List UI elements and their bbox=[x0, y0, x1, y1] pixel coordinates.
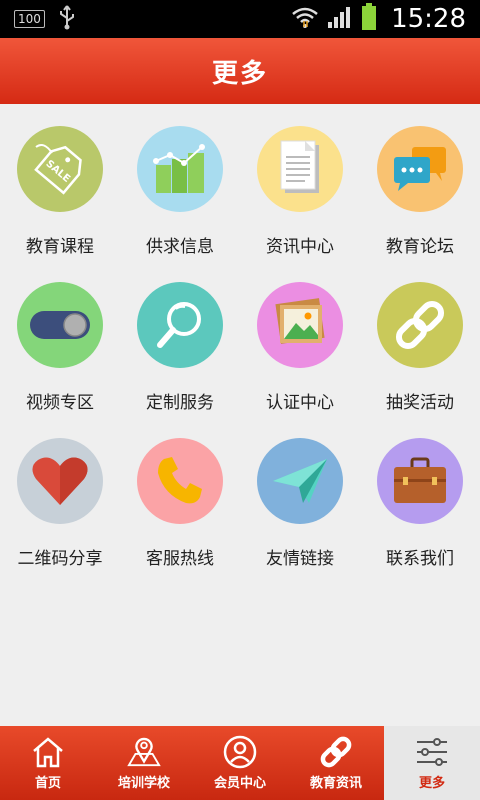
tile-label: 友情链接 bbox=[266, 549, 334, 569]
tile-service-hotline[interactable]: 客服热线 bbox=[120, 416, 240, 572]
status-bar: 100 15:28 bbox=[0, 0, 480, 38]
nav-training-school[interactable]: 培训学校 bbox=[96, 726, 192, 800]
tile-video-zone[interactable]: 视频专区 bbox=[0, 260, 120, 416]
home-icon bbox=[31, 735, 65, 769]
nav-education-news[interactable]: 教育资讯 bbox=[288, 726, 384, 800]
tile-custom-service[interactable]: 定制服务 bbox=[120, 260, 240, 416]
tile-qr-share[interactable]: 二维码分享 bbox=[0, 416, 120, 572]
tile-label: 联系我们 bbox=[386, 549, 454, 569]
chain-link-icon bbox=[377, 282, 463, 368]
toggle-switch-icon bbox=[17, 282, 103, 368]
nav-label: 更多 bbox=[418, 776, 445, 791]
tile-news-center[interactable]: 资讯中心 bbox=[240, 104, 360, 260]
clock: 15:28 bbox=[391, 4, 466, 34]
sliders-icon bbox=[415, 735, 449, 769]
tile-label: 抽奖活动 bbox=[386, 393, 454, 413]
document-icon bbox=[257, 126, 343, 212]
battery-level-icon: 100 bbox=[14, 10, 45, 28]
tile-label: 二维码分享 bbox=[17, 549, 103, 569]
bar-chart-icon bbox=[137, 126, 223, 212]
tile-label: 教育论坛 bbox=[386, 237, 454, 257]
user-icon bbox=[223, 735, 257, 769]
link-icon bbox=[319, 735, 353, 769]
nav-label: 教育资讯 bbox=[309, 776, 362, 791]
magnifier-icon bbox=[137, 282, 223, 368]
title-bar: 更多 bbox=[0, 38, 480, 104]
tile-friendly-links[interactable]: 友情链接 bbox=[240, 416, 360, 572]
tile-label: 供求信息 bbox=[146, 237, 214, 257]
phone-icon bbox=[137, 438, 223, 524]
tile-label: 资讯中心 bbox=[266, 237, 334, 257]
nav-label: 培训学校 bbox=[117, 776, 170, 791]
paper-plane-icon bbox=[257, 438, 343, 524]
bottom-nav: 首页 培训学校 会员中心 教育资讯 更多 bbox=[0, 726, 480, 800]
tile-education-forum[interactable]: 教育论坛 bbox=[360, 104, 480, 260]
tile-label: 客服热线 bbox=[146, 549, 214, 569]
tile-label: 定制服务 bbox=[146, 393, 214, 413]
tile-contact-us[interactable]: 联系我们 bbox=[360, 416, 480, 572]
briefcase-icon bbox=[377, 438, 463, 524]
battery-icon bbox=[361, 3, 377, 35]
tile-supply-demand[interactable]: 供求信息 bbox=[120, 104, 240, 260]
tile-lottery[interactable]: 抽奖活动 bbox=[360, 260, 480, 416]
tile-label: 认证中心 bbox=[266, 393, 334, 413]
sale-tag-icon: SALE bbox=[17, 126, 103, 212]
page-title: 更多 bbox=[211, 58, 268, 89]
usb-icon bbox=[57, 4, 77, 34]
heart-icon bbox=[17, 438, 103, 524]
nav-label: 会员中心 bbox=[213, 776, 266, 791]
nav-member-center[interactable]: 会员中心 bbox=[192, 726, 288, 800]
tile-education-courses[interactable]: SALE 教育课程 bbox=[0, 104, 120, 260]
feature-grid: SALE 教育课程 供求信息 资讯中心 教育论坛 视频专区 定制服务 认证中心 … bbox=[0, 104, 480, 572]
nav-home[interactable]: 首页 bbox=[0, 726, 96, 800]
chat-bubbles-icon bbox=[377, 126, 463, 212]
map-pin-icon bbox=[127, 735, 161, 769]
tile-label: 视频专区 bbox=[26, 393, 94, 413]
nav-label: 首页 bbox=[34, 776, 61, 791]
signal-icon bbox=[327, 5, 353, 33]
tile-certification-center[interactable]: 认证中心 bbox=[240, 260, 360, 416]
nav-more[interactable]: 更多 bbox=[384, 726, 480, 800]
wifi-icon bbox=[291, 5, 319, 33]
tile-label: 教育课程 bbox=[26, 237, 94, 257]
picture-icon bbox=[257, 282, 343, 368]
